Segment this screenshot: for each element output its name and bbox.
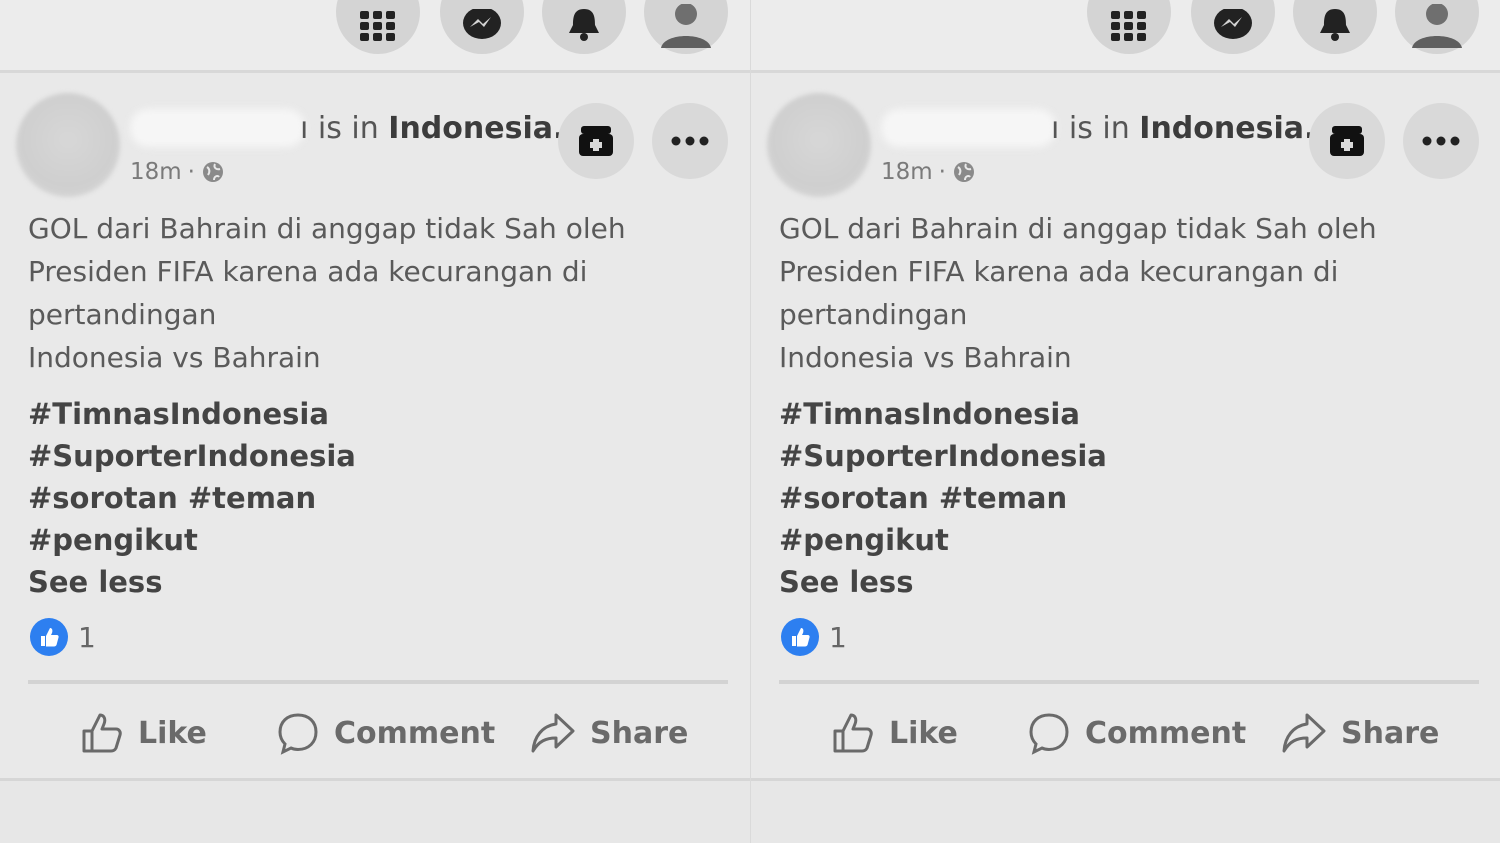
post-action-bar: Like Comment Share: [751, 698, 1500, 768]
menu-grid-icon: [360, 11, 395, 41]
profile-button[interactable]: [644, 0, 728, 54]
meta-separator: ·: [938, 159, 946, 185]
like-reaction-icon: [781, 618, 819, 656]
action-divider: [779, 680, 1479, 684]
like-button[interactable]: Like: [80, 698, 207, 768]
reaction-count: 1: [829, 620, 847, 654]
menu-grid-icon: [1111, 11, 1146, 41]
thumbs-up-icon: [82, 713, 122, 753]
share-icon: [531, 713, 575, 753]
bell-icon: [569, 9, 599, 41]
save-post-button[interactable]: [1309, 103, 1385, 179]
body-line: GOL dari Bahrain di anggap tidak Sah ole…: [779, 212, 1377, 245]
comment-button[interactable]: Comment: [1027, 698, 1246, 768]
save-icon: [1330, 126, 1364, 156]
body-line: pertandingan: [28, 298, 217, 331]
screenshot-panel-right: ı is in Indonesia. 18m · GOL dari Bahrai…: [750, 0, 1500, 843]
notifications-button[interactable]: [1293, 0, 1377, 54]
hashtag-line[interactable]: #TimnasIndonesia: [779, 393, 1479, 435]
thumbs-up-icon: [833, 713, 873, 753]
share-icon: [1282, 713, 1326, 753]
bell-icon: [1320, 9, 1350, 41]
hashtag-line[interactable]: #sorotan #teman: [28, 477, 728, 519]
body-line: Indonesia vs Bahrain: [28, 341, 321, 374]
post-time[interactable]: 18m: [881, 159, 933, 185]
reaction-summary[interactable]: 1: [30, 618, 96, 656]
facebook-post: ı is in Indonesia. 18m · GOL dari Bahrai…: [0, 73, 750, 781]
meta-separator: ·: [187, 159, 195, 185]
comment-label: Comment: [334, 715, 496, 751]
see-less-link[interactable]: See less: [28, 561, 728, 603]
action-divider: [28, 680, 728, 684]
share-button[interactable]: Share: [1281, 698, 1439, 768]
post-header-line: ı is in Indonesia.: [300, 111, 565, 146]
avatar[interactable]: [16, 93, 120, 197]
menu-grid-button[interactable]: [1087, 0, 1171, 54]
share-label: Share: [1341, 715, 1440, 751]
messenger-button[interactable]: [440, 0, 524, 54]
location-prefix: is in: [317, 111, 379, 146]
hashtag-block: #TimnasIndonesia #SuporterIndonesia #sor…: [28, 393, 728, 603]
hashtag-line[interactable]: #SuporterIndonesia: [779, 435, 1479, 477]
post-time[interactable]: 18m: [130, 159, 182, 185]
post-meta: 18m ·: [881, 159, 976, 185]
notifications-button[interactable]: [542, 0, 626, 54]
messenger-icon: [463, 9, 501, 39]
top-navigation-bar: [751, 0, 1500, 73]
share-button[interactable]: Share: [530, 698, 688, 768]
reaction-summary[interactable]: 1: [781, 618, 847, 656]
top-navigation-bar: [0, 0, 750, 73]
globe-icon: [202, 162, 223, 182]
like-button[interactable]: Like: [831, 698, 958, 768]
post-body: GOL dari Bahrain di anggap tidak Sah ole…: [779, 207, 1479, 379]
comment-button[interactable]: Comment: [276, 698, 495, 768]
more-options-button[interactable]: [1403, 103, 1479, 179]
menu-grid-button[interactable]: [336, 0, 420, 54]
post-meta: 18m ·: [130, 159, 225, 185]
hashtag-line[interactable]: #TimnasIndonesia: [28, 393, 728, 435]
screenshot-panel-left: ı is in Indonesia. 18m · GOL dari Bahrai…: [0, 0, 750, 843]
reaction-count: 1: [78, 620, 96, 654]
body-line: GOL dari Bahrain di anggap tidak Sah ole…: [28, 212, 626, 245]
comment-icon: [1029, 713, 1069, 755]
comment-label: Comment: [1085, 715, 1247, 751]
profile-icon: [661, 4, 711, 48]
hashtag-block: #TimnasIndonesia #SuporterIndonesia #sor…: [779, 393, 1479, 603]
location-link[interactable]: Indonesia.: [388, 111, 564, 146]
body-line: Presiden FIFA karena ada kecurangan di: [28, 255, 588, 288]
like-reaction-icon: [30, 618, 68, 656]
blurred-author-name[interactable]: [881, 109, 1056, 147]
avatar[interactable]: [767, 93, 871, 197]
comment-icon: [278, 713, 318, 755]
body-line: Presiden FIFA karena ada kecurangan di: [779, 255, 1339, 288]
save-icon: [579, 126, 613, 156]
facebook-post: ı is in Indonesia. 18m · GOL dari Bahrai…: [751, 73, 1500, 781]
body-line: pertandingan: [779, 298, 968, 331]
more-icon: [1422, 136, 1460, 146]
location-prefix: is in: [1068, 111, 1130, 146]
location-link[interactable]: Indonesia.: [1139, 111, 1315, 146]
post-action-bar: Like Comment Share: [0, 698, 750, 768]
hashtag-line[interactable]: #SuporterIndonesia: [28, 435, 728, 477]
messenger-button[interactable]: [1191, 0, 1275, 54]
post-header-line: ı is in Indonesia.: [1051, 111, 1316, 146]
hashtag-line[interactable]: #sorotan #teman: [779, 477, 1479, 519]
blurred-author-name[interactable]: [130, 109, 305, 147]
see-less-link[interactable]: See less: [779, 561, 1479, 603]
post-body: GOL dari Bahrain di anggap tidak Sah ole…: [28, 207, 728, 379]
hashtag-line[interactable]: #pengikut: [779, 519, 1479, 561]
save-post-button[interactable]: [558, 103, 634, 179]
more-icon: [671, 136, 709, 146]
share-label: Share: [590, 715, 689, 751]
like-label: Like: [889, 715, 958, 751]
hashtag-line[interactable]: #pengikut: [28, 519, 728, 561]
messenger-icon: [1214, 9, 1252, 39]
globe-icon: [953, 162, 974, 182]
more-options-button[interactable]: [652, 103, 728, 179]
profile-icon: [1412, 4, 1462, 48]
like-label: Like: [138, 715, 207, 751]
body-line: Indonesia vs Bahrain: [779, 341, 1072, 374]
profile-button[interactable]: [1395, 0, 1479, 54]
